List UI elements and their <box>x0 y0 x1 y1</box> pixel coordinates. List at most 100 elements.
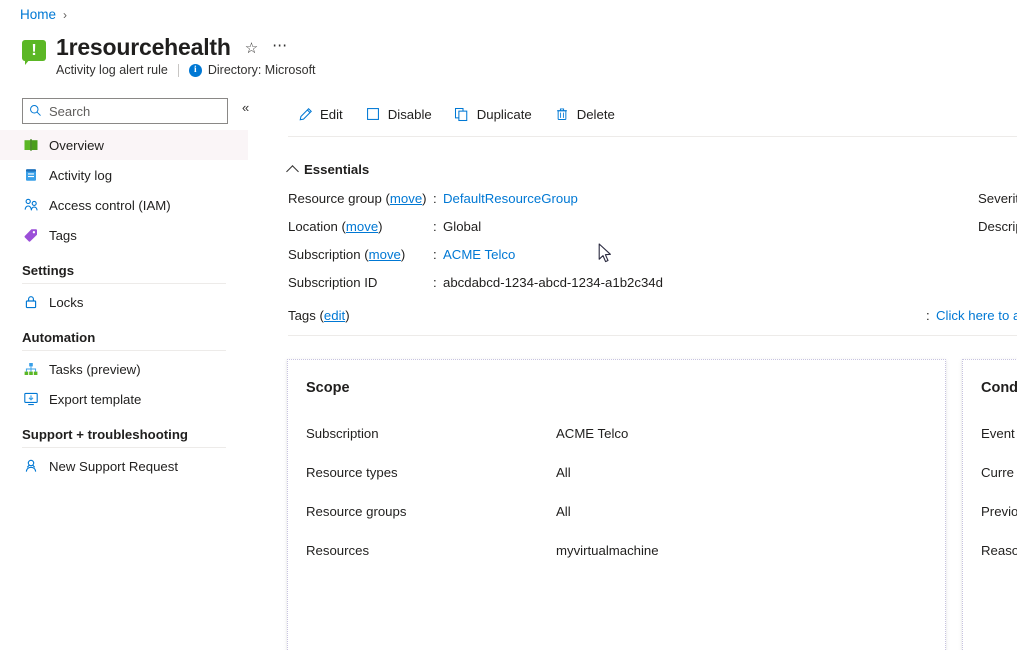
activity-log-icon <box>22 166 40 184</box>
move-link[interactable]: move <box>369 247 401 262</box>
move-link[interactable]: move <box>346 219 378 234</box>
duplicate-button[interactable]: Duplicate <box>445 99 541 129</box>
row-value: All <box>556 504 571 519</box>
tags-icon <box>22 226 40 244</box>
blade-content: Edit Disable Duplicate Delete <box>268 92 1017 650</box>
row-key: Resources <box>306 543 369 558</box>
conditions-card-title: Cond <box>981 380 1017 396</box>
row-key: Previo <box>981 504 1017 519</box>
header-divider <box>178 64 179 77</box>
star-icon[interactable]: ☆ <box>245 41 258 56</box>
sidebar-item-tasks-preview[interactable]: Tasks (preview) <box>0 354 248 384</box>
pencil-icon <box>297 106 313 122</box>
row-value: ACME Telco <box>556 426 628 441</box>
scope-row-resource-groups: Resource groups All <box>306 504 963 543</box>
disable-button[interactable]: Disable <box>356 99 441 129</box>
conditions-row-previous: Previo <box>981 504 1017 543</box>
sidebar-item-label: Tags <box>49 228 77 243</box>
duplicate-button-label: Duplicate <box>477 107 532 122</box>
resource-group-value[interactable]: DefaultResourceGroup <box>443 191 578 206</box>
sidebar-item-locks[interactable]: Locks <box>0 287 248 317</box>
edit-tags-link[interactable]: edit <box>324 308 345 323</box>
resource-type-label: Activity log alert rule <box>56 63 168 77</box>
row-key: Curre <box>981 465 1014 480</box>
edit-button[interactable]: Edit <box>288 99 352 129</box>
conditions-row-current: Curre <box>981 465 1017 504</box>
sidebar-section-divider <box>22 350 226 351</box>
row-key: Event <box>981 426 1015 441</box>
access-control-icon <box>22 196 40 214</box>
subscription-value[interactable]: ACME Telco <box>443 247 515 262</box>
essentials-key: Subscription (move) <box>288 247 405 262</box>
sidebar-item-activity-log[interactable]: Activity log <box>0 160 248 190</box>
page-header: ! 1resourcehealth ☆ ⋯ Activity log alert… <box>20 33 316 77</box>
breadcrumb-home-link[interactable]: Home <box>20 7 56 22</box>
directory-label: Directory: Microsoft <box>208 63 316 77</box>
alert-rule-icon: ! <box>20 39 48 67</box>
row-key: Subscription <box>306 426 379 441</box>
info-icon: i <box>189 64 202 77</box>
sidebar-search[interactable] <box>22 98 228 124</box>
essentials-grid: Resource group (move) : DefaultResourceG… <box>288 188 1017 300</box>
edit-button-label: Edit <box>320 107 343 122</box>
ellipsis-icon[interactable]: ⋯ <box>272 38 288 53</box>
sidebar-item-label: Activity log <box>49 168 112 183</box>
chevron-double-left-icon[interactable]: « <box>242 101 249 114</box>
overview-icon <box>22 136 40 154</box>
sidebar-item-tags[interactable]: Tags <box>0 220 248 250</box>
essentials-label: Essentials <box>304 162 369 177</box>
row-key: Reaso <box>981 543 1017 558</box>
add-tags-link[interactable]: Click here to add tags <box>936 308 1017 323</box>
location-value: Global <box>443 219 481 234</box>
sidebar-section-support: Support + troubleshooting <box>0 414 248 442</box>
sidebar-item-export-template[interactable]: Export template <box>0 384 248 414</box>
essentials-toggle[interactable]: Essentials <box>288 162 369 177</box>
azure-portal-blade: Home › ! 1resourcehealth ☆ ⋯ Activity lo… <box>0 0 1017 650</box>
scope-row-resource-types: Resource types All <box>306 465 963 504</box>
essentials-key: Subscription ID <box>288 275 377 290</box>
scope-card: Scope Subscription ACME Telco Resource t… <box>287 359 946 650</box>
sidebar-item-label: Export template <box>49 392 141 407</box>
row-value: myvirtualmachine <box>556 543 659 558</box>
scope-card-rows: Subscription ACME Telco Resource types A… <box>306 426 963 582</box>
search-icon <box>29 104 42 120</box>
sidebar-item-label: Access control (IAM) <box>49 198 171 213</box>
row-key: Resource groups <box>306 504 406 519</box>
sidebar-nav-list: Overview Activity log Access control (IA… <box>0 130 248 481</box>
conditions-row-event: Event <box>981 426 1017 465</box>
essentials-row-subscription: Subscription (move) : ACME Telco <box>288 244 1017 272</box>
trash-icon <box>554 106 570 122</box>
essentials-colon: : <box>433 191 437 206</box>
sidebar-item-new-support-request[interactable]: New Support Request <box>0 451 248 481</box>
delete-button[interactable]: Delete <box>545 99 624 129</box>
tags-key: Tags (edit) <box>288 308 350 323</box>
essentials-key: Location (move) <box>288 219 383 234</box>
lock-icon <box>22 293 40 311</box>
conditions-row-reason: Reaso <box>981 543 1017 582</box>
tags-colon: : <box>926 308 930 323</box>
essentials-colon: : <box>433 219 437 234</box>
essentials-colon: : <box>433 275 437 290</box>
sidebar-item-label: New Support Request <box>49 459 178 474</box>
breadcrumb-separator-icon: › <box>63 8 67 22</box>
command-bar: Edit Disable Duplicate Delete <box>268 92 1017 136</box>
essentials-key-severity: Severity <box>978 191 1017 206</box>
row-key: Resource types <box>306 465 398 480</box>
conditions-card: Cond Event Curre Previo Reaso <box>962 359 1017 650</box>
move-link[interactable]: move <box>390 191 422 206</box>
sidebar-section-divider <box>22 447 226 448</box>
search-input[interactable] <box>47 103 221 120</box>
resource-menu-sidebar: « Overview Activity log Access control (… <box>0 92 268 650</box>
essentials-colon: : <box>433 247 437 262</box>
essentials-key: Resource group (move) <box>288 191 427 206</box>
sidebar-item-access-control[interactable]: Access control (IAM) <box>0 190 248 220</box>
sidebar-item-overview[interactable]: Overview <box>0 130 248 160</box>
scope-row-subscription: Subscription ACME Telco <box>306 426 963 465</box>
essentials-divider <box>288 335 1017 336</box>
essentials-row-resource-group: Resource group (move) : DefaultResourceG… <box>288 188 1017 216</box>
sidebar-section-divider <box>22 283 226 284</box>
copy-icon <box>454 106 470 122</box>
delete-button-label: Delete <box>577 107 615 122</box>
tasks-icon <box>22 360 40 378</box>
sidebar-section-settings: Settings <box>0 250 248 278</box>
